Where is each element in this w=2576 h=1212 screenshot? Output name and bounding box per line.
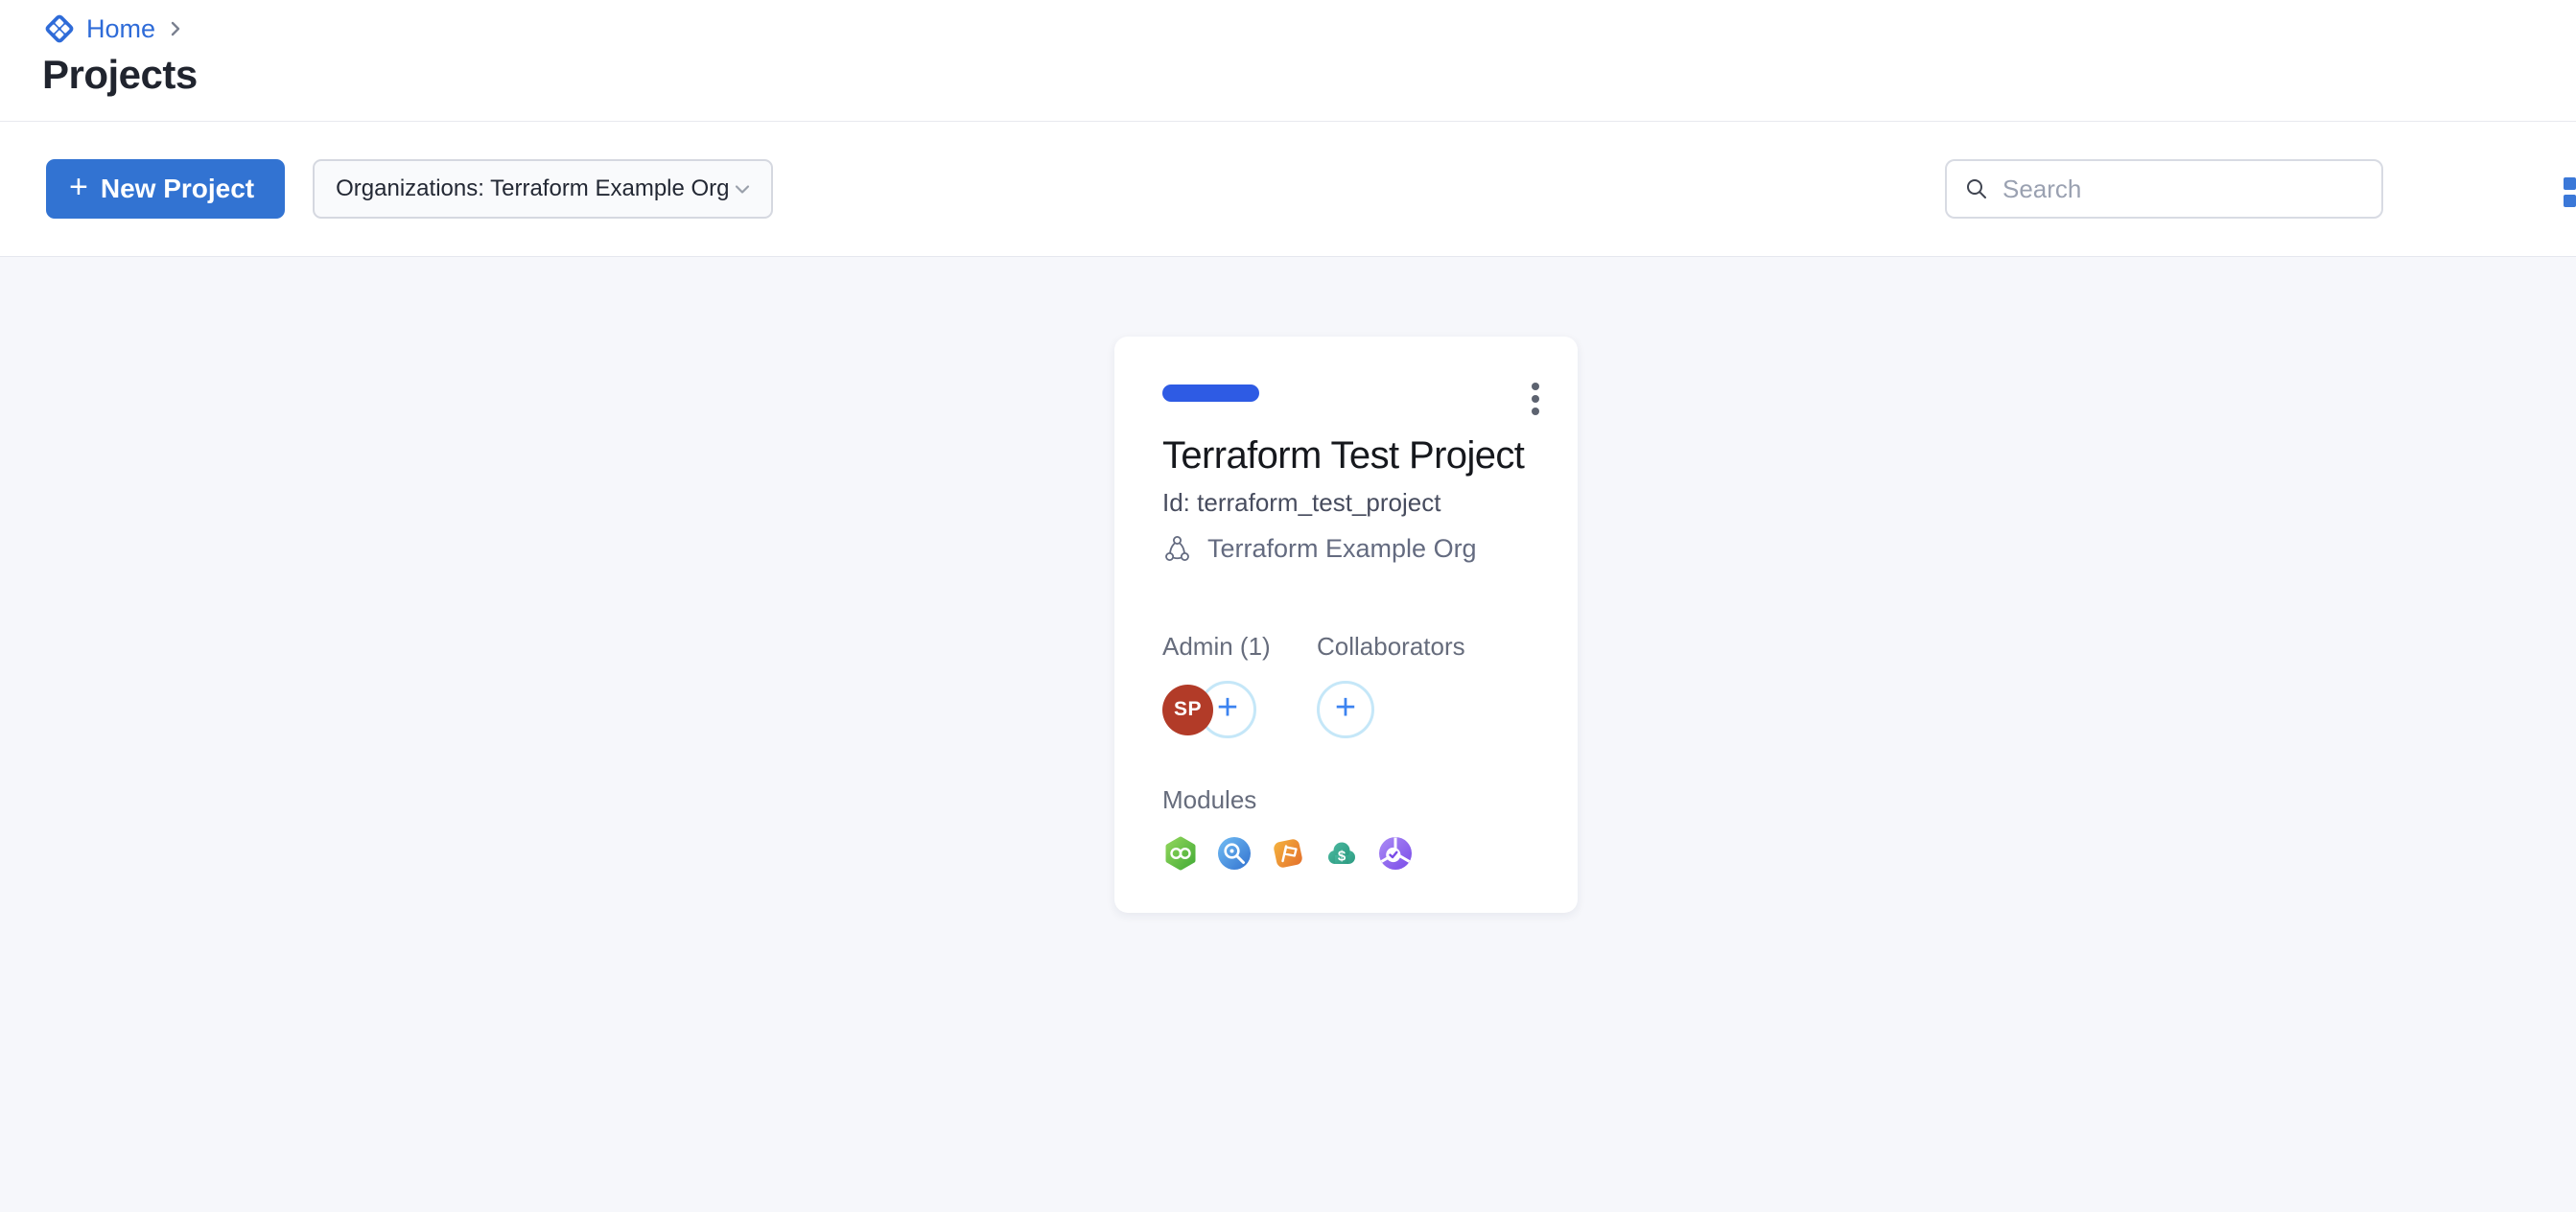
module-icons-row: $ — [1162, 835, 1530, 872]
module-icon-billing[interactable]: $ — [1323, 835, 1360, 872]
plus-icon: + — [69, 171, 88, 203]
page-title: Projects — [42, 52, 2576, 98]
project-menu-button[interactable] — [1528, 379, 1543, 419]
search-icon — [1964, 176, 1989, 201]
modules-label: Modules — [1162, 785, 1530, 814]
projects-grid: Terraform Test Project Id: terraform_tes… — [0, 257, 2576, 1211]
organization-icon — [1162, 534, 1192, 564]
new-project-button-label: New Project — [101, 174, 254, 204]
svg-text:$: $ — [1338, 849, 1347, 865]
module-icon-feature-flags[interactable] — [1270, 835, 1306, 872]
project-id: Id: terraform_test_project — [1162, 488, 1530, 517]
page-header: Home Projects — [0, 0, 2576, 122]
organization-name: Terraform Example Org — [1207, 534, 1477, 564]
project-title: Terraform Test Project — [1162, 432, 1530, 478]
module-icon-observability[interactable] — [1216, 835, 1253, 872]
project-roles: Admin (1) SP + Collaborators + — [1162, 632, 1530, 739]
breadcrumb: Home — [42, 12, 2576, 46]
app-logo-icon — [42, 12, 77, 46]
breadcrumb-home-link[interactable]: Home — [86, 14, 155, 44]
project-organization-row: Terraform Example Org — [1162, 532, 1530, 565]
project-color-pill — [1162, 385, 1259, 402]
admin-avatar[interactable]: SP — [1162, 685, 1213, 735]
toolbar: + New Project Organizations: Terraform E… — [0, 122, 2576, 257]
add-collaborator-button[interactable]: + — [1317, 681, 1374, 738]
organization-filter-label: Organizations: Terraform Example Org — [336, 175, 729, 202]
organization-filter-dropdown[interactable]: Organizations: Terraform Example Org — [313, 159, 773, 219]
admin-column: Admin (1) SP + — [1162, 632, 1317, 739]
chevron-down-icon — [730, 176, 755, 201]
collaborators-label: Collaborators — [1317, 632, 1465, 661]
view-toggle-button[interactable] — [2564, 177, 2576, 207]
new-project-button[interactable]: + New Project — [46, 159, 285, 219]
breadcrumb-chevron-icon — [167, 20, 184, 37]
project-card[interactable]: Terraform Test Project Id: terraform_tes… — [1114, 337, 1578, 913]
admin-label: Admin (1) — [1162, 632, 1317, 661]
module-icon-integrations[interactable] — [1162, 835, 1199, 872]
search-box — [1945, 159, 2383, 219]
collaborators-column: Collaborators + — [1317, 632, 1465, 739]
module-icon-governance[interactable] — [1377, 835, 1414, 872]
search-input[interactable] — [2002, 175, 2364, 204]
